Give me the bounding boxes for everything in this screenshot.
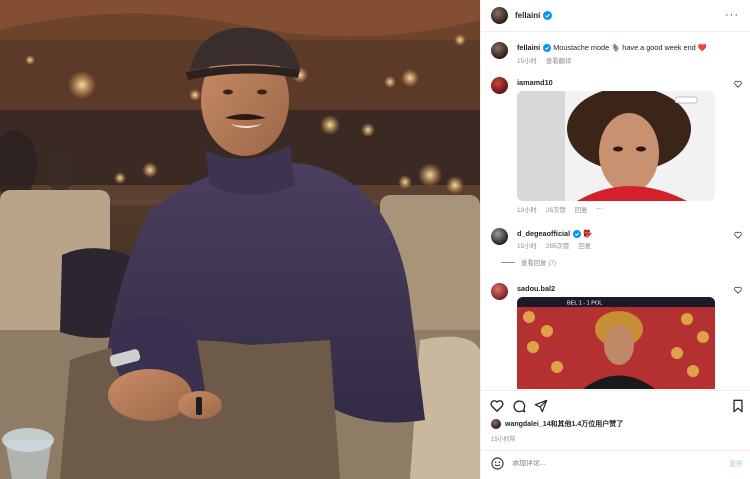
post-comment-button[interactable]: 发布: [729, 459, 743, 469]
comment-bar: 发布: [481, 450, 750, 476]
comment-image-illustration: [517, 91, 715, 201]
comment-username: iamamd10: [517, 78, 553, 88]
more-options-icon[interactable]: ···: [725, 10, 739, 21]
comment-emoji: 👺: [583, 229, 593, 238]
author-username[interactable]: fellaini: [515, 11, 540, 20]
commenter-avatar[interactable]: [491, 283, 508, 300]
commenter-username[interactable]: sadou.bal2: [517, 284, 555, 293]
caption-avatar[interactable]: [491, 42, 508, 59]
scoreboard-text: BEL 1 - 1 POL: [567, 301, 602, 307]
comment-item: d_degeaofficial 👺 15小时 265次赞 回复 查看回复 (7): [491, 228, 746, 276]
bookmark-icon[interactable]: [731, 399, 745, 413]
caption-username[interactable]: fellaini: [517, 43, 540, 52]
share-icon[interactable]: [534, 399, 548, 413]
comment-likes[interactable]: 26次赞: [546, 205, 566, 214]
commenter-username[interactable]: iamamd10: [517, 78, 553, 87]
heart-icon[interactable]: [734, 231, 742, 239]
likes-summary[interactable]: wangdalei_14和其他1.4万位用户赞了: [491, 419, 623, 429]
comment-meta: 13小时 26次赞 回复 ···: [517, 205, 603, 214]
likes-text[interactable]: wangdalei_14和其他1.4万位用户赞了: [505, 419, 623, 429]
post-actions: wangdalei_14和其他1.4万位用户赞了 15小时前 发布: [481, 390, 750, 475]
liker-avatar: [491, 419, 501, 429]
view-replies-label[interactable]: 查看回复 (7): [521, 258, 556, 267]
replies-divider: [501, 262, 515, 263]
comment-meta: 15小时 265次赞 回复: [517, 241, 591, 250]
commenter-username[interactable]: d_degeaofficial: [517, 229, 570, 238]
post-time: 15小时前: [491, 437, 516, 443]
caption-meta: 15小时 查看翻译: [517, 56, 571, 65]
comment-username: sadou.bal2: [517, 284, 555, 294]
comment-time: 13小时: [517, 207, 537, 214]
caption-item: fellaini Moustache mode 🐐 have a good we…: [491, 42, 746, 72]
caption-time: 15小时: [517, 58, 537, 65]
verified-badge-icon: [543, 44, 552, 53]
comment-image-illustration: BEL 1 - 1 POL: [517, 297, 715, 389]
reply-button[interactable]: 回复: [575, 205, 588, 214]
heart-icon[interactable]: [734, 80, 742, 88]
author-avatar[interactable]: [491, 7, 508, 24]
comment-item: iamamd10 13小时 26次赞 回复 ···: [491, 77, 746, 217]
post-header: fellaini ···: [481, 0, 750, 32]
post-viewer: fellaini ··· fellaini Moustache mode 🐐 h…: [0, 0, 750, 479]
heart-icon[interactable]: [490, 399, 504, 413]
commenter-avatar[interactable]: [491, 228, 508, 245]
verified-badge-icon: [573, 230, 582, 239]
emoji-icon[interactable]: [491, 457, 504, 470]
caption-text-line: fellaini Moustache mode 🐐 have a good we…: [517, 43, 707, 53]
comment-time: 15小时: [517, 243, 537, 250]
post-photo-illustration: [0, 0, 480, 479]
reply-button[interactable]: 回复: [578, 241, 591, 250]
verified-badge-icon: [543, 11, 553, 20]
heart-icon[interactable]: [734, 286, 742, 294]
post-photo[interactable]: [0, 0, 480, 479]
comment-item: sadou.bal2 BEL 1 - 1 POL: [491, 283, 746, 389]
comment-username-line: d_degeaofficial 👺: [517, 229, 592, 239]
commenter-avatar[interactable]: [491, 77, 508, 94]
view-replies[interactable]: 查看回复 (7): [501, 258, 556, 267]
comment-image[interactable]: BEL 1 - 1 POL: [517, 297, 715, 389]
caption-body: Moustache mode 🐐 have a good week end ❤️: [553, 43, 707, 52]
comment-more-icon[interactable]: ···: [597, 205, 603, 214]
comments-list[interactable]: fellaini Moustache mode 🐐 have a good we…: [481, 33, 750, 389]
comment-likes[interactable]: 265次赞: [546, 241, 569, 250]
comment-image[interactable]: [517, 91, 715, 201]
comment-icon[interactable]: [512, 399, 526, 413]
post-side-panel: fellaini ··· fellaini Moustache mode 🐐 h…: [480, 0, 750, 479]
translate-link[interactable]: 查看翻译: [546, 56, 572, 65]
comment-input[interactable]: [512, 460, 722, 467]
